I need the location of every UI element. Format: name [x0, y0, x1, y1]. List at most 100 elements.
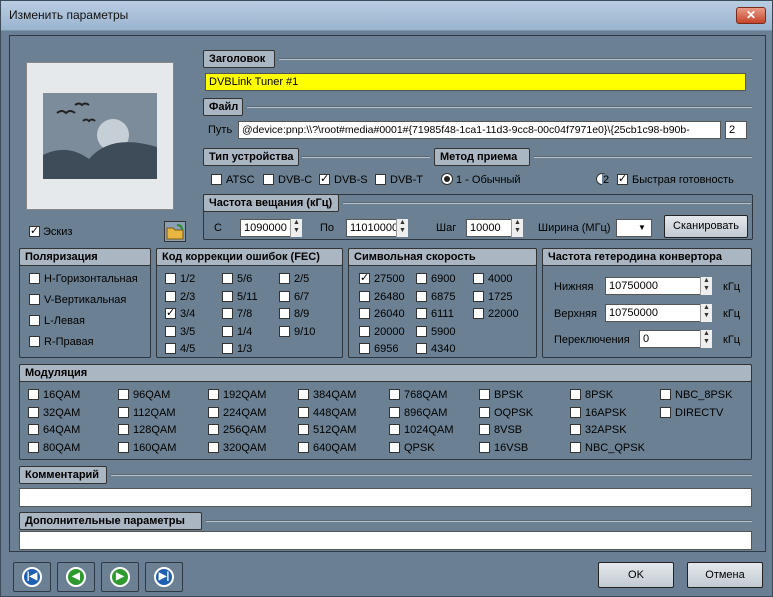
lnb-low-input[interactable]: 10750000: [605, 277, 712, 295]
next-record-button[interactable]: ▶: [101, 562, 139, 592]
fec-7-8-checkbox[interactable]: [222, 308, 233, 319]
sketch-checkbox[interactable]: [29, 224, 40, 237]
modulation-448qam-label: 448QAM: [313, 406, 357, 419]
symbol-rate-26040-checkbox[interactable]: [359, 308, 370, 319]
modulation-768qam-checkbox[interactable]: [389, 389, 400, 400]
title-bar[interactable]: Изменить параметры ✕: [1, 1, 772, 31]
polarization-v-checkbox[interactable]: [29, 294, 40, 305]
dvbc-checkbox[interactable]: [263, 174, 274, 185]
polarization-h-checkbox[interactable]: [29, 273, 40, 284]
modulation-384qam-checkbox[interactable]: [298, 389, 309, 400]
symbol-rate-4000-checkbox[interactable]: [473, 273, 484, 284]
scan-button[interactable]: Сканировать: [664, 215, 748, 238]
last-icon: ▶|: [154, 567, 174, 587]
modulation-16vsb-checkbox[interactable]: [479, 441, 490, 453]
modulation-128qam-checkbox[interactable]: [118, 424, 129, 435]
symbol-rate-1725-checkbox[interactable]: [473, 290, 484, 302]
symbol-rate-5900-checkbox[interactable]: [416, 325, 427, 337]
fec-6-7-checkbox[interactable]: [279, 290, 290, 302]
atsc-checkbox[interactable]: [211, 174, 222, 185]
modulation-8vsb-checkbox[interactable]: [479, 424, 490, 435]
lnb-switch-spinner[interactable]: ▲ ▼: [700, 330, 712, 348]
modulation-160qam-checkbox[interactable]: [118, 441, 129, 453]
symbol-rate-4340-checkbox[interactable]: [416, 343, 427, 354]
freq-step-spinner[interactable]: ▲ ▼: [511, 219, 523, 237]
symbol-rate-6900-checkbox[interactable]: [416, 273, 427, 284]
fast-ready-checkbox[interactable]: [617, 172, 628, 185]
modulation-448qam-checkbox[interactable]: [298, 406, 309, 418]
fec-3-5-checkbox[interactable]: [165, 325, 176, 337]
ok-button[interactable]: OK: [598, 562, 674, 588]
freq-width-select[interactable]: [616, 219, 652, 237]
modulation-1024qam-checkbox[interactable]: [389, 424, 400, 435]
close-icon[interactable]: ✕: [736, 7, 766, 24]
fec-1-3-checkbox[interactable]: [222, 343, 233, 354]
lnb-high-spinner[interactable]: ▲ ▼: [700, 304, 712, 322]
path-index-input[interactable]: 2: [725, 121, 747, 139]
fec-4-5-checkbox[interactable]: [165, 343, 176, 354]
symbol-rate-22000-label: 22000: [488, 308, 519, 320]
fec-1-2-checkbox[interactable]: [165, 273, 176, 284]
fec-9-10-checkbox[interactable]: [279, 325, 290, 337]
fec-5-6-checkbox[interactable]: [222, 273, 233, 284]
symbol-rate-6956-checkbox[interactable]: [359, 343, 370, 354]
modulation-32qam-checkbox[interactable]: [28, 406, 39, 418]
modulation-16qam-checkbox[interactable]: [28, 389, 39, 400]
cancel-button[interactable]: Отмена: [687, 562, 763, 588]
modulation-896qam-checkbox[interactable]: [389, 406, 400, 418]
modulation-32apsk-checkbox[interactable]: [570, 424, 581, 435]
modulation-oqpsk-checkbox[interactable]: [479, 406, 490, 418]
polarization-l-checkbox[interactable]: [29, 315, 40, 326]
symbol-rate-6875-checkbox[interactable]: [416, 290, 427, 302]
fec-3-4-checkbox[interactable]: [165, 306, 176, 319]
first-record-button[interactable]: |◀: [13, 562, 51, 592]
chevron-down-icon[interactable]: ▼: [638, 223, 646, 232]
freq-from-spinner[interactable]: ▲ ▼: [290, 219, 302, 237]
modulation-qpsk-checkbox[interactable]: [389, 441, 400, 453]
atsc-label: ATSC: [226, 174, 255, 186]
fec-2-5-checkbox[interactable]: [279, 273, 290, 284]
modulation-512qam-checkbox[interactable]: [298, 424, 309, 435]
modulation-nbc_8psk-checkbox[interactable]: [660, 389, 671, 400]
fec-2-3-checkbox[interactable]: [165, 290, 176, 302]
polarization-l-label: L-Левая: [44, 315, 85, 327]
symbol-rate-20000-checkbox[interactable]: [359, 325, 370, 337]
dvbt-checkbox[interactable]: [375, 174, 386, 185]
modulation-80qam-checkbox[interactable]: [28, 441, 39, 453]
modulation-112qam-checkbox[interactable]: [118, 406, 129, 418]
modulation-8psk-checkbox[interactable]: [570, 389, 581, 400]
modulation-256qam-checkbox[interactable]: [208, 424, 219, 435]
symbol-rate-26480-checkbox[interactable]: [359, 290, 370, 302]
symbol-rate-6111-checkbox[interactable]: [416, 308, 427, 319]
fec-1-4-checkbox[interactable]: [222, 325, 233, 337]
modulation-16apsk-checkbox[interactable]: [570, 406, 581, 418]
dvbs-checkbox[interactable]: [319, 172, 330, 185]
modulation-320qam-checkbox[interactable]: [208, 441, 219, 453]
modulation-192qam-checkbox[interactable]: [208, 389, 219, 400]
modulation-640qam-checkbox[interactable]: [298, 441, 309, 453]
fec-8-9-checkbox[interactable]: [279, 308, 290, 319]
modulation-bpsk-checkbox[interactable]: [479, 389, 490, 400]
comment-input[interactable]: [19, 488, 752, 507]
symbol-rate-27500-checkbox[interactable]: [359, 271, 370, 284]
open-folder-button[interactable]: [164, 221, 186, 242]
modulation-64qam-checkbox[interactable]: [28, 424, 39, 435]
last-record-button[interactable]: ▶|: [145, 562, 183, 592]
divider: [534, 156, 752, 158]
path-input[interactable]: @device:pnp:\\?\root#media#0001#{71985f4…: [238, 121, 721, 139]
freq-to-spinner[interactable]: ▲ ▼: [396, 219, 408, 237]
modulation-directv-checkbox[interactable]: [660, 406, 671, 418]
polarization-r-checkbox[interactable]: [29, 336, 40, 347]
fec-5-11-checkbox[interactable]: [222, 290, 233, 302]
modulation-96qam-checkbox[interactable]: [118, 389, 129, 400]
extra-params-input[interactable]: [19, 531, 752, 550]
symbol-rate-22000-checkbox[interactable]: [473, 308, 484, 319]
modulation-nbc_qpsk-checkbox[interactable]: [570, 441, 581, 453]
lnb-high-input[interactable]: 10750000: [605, 304, 712, 322]
title-input[interactable]: DVBLink Tuner #1: [205, 73, 746, 91]
lnb-low-spinner[interactable]: ▲ ▼: [700, 277, 712, 295]
reception-radio-1[interactable]: [441, 173, 453, 185]
modulation-224qam-checkbox[interactable]: [208, 406, 219, 418]
prev-record-button[interactable]: ◀: [57, 562, 95, 592]
first-icon: |◀: [22, 567, 42, 587]
